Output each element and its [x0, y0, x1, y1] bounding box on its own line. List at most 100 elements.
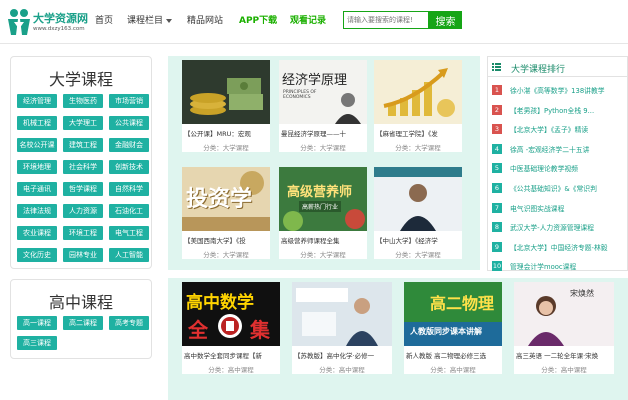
rank-number-badge: 6	[492, 183, 502, 193]
university-tag[interactable]: 自然科学	[109, 182, 149, 196]
growth-chart-icon	[374, 60, 462, 124]
university-tag[interactable]: 哲学课程	[63, 182, 103, 196]
university-tag[interactable]: 社会科学	[63, 160, 103, 174]
university-tag[interactable]: 公共课程	[109, 116, 149, 130]
ranking-title: 大学课程排行	[511, 65, 566, 75]
course-category: 分类：大学课程	[300, 251, 346, 259]
course-card[interactable]: 【中山大学】《经济学 分类：大学课程	[374, 167, 462, 259]
course-card[interactable]: 【麻省理工学院】《发 分类：大学课程	[374, 60, 462, 152]
ranking-item[interactable]: 4 徐高 -宏观经济学二十五讲	[492, 143, 628, 155]
thumb-econ-en: PRINCIPLES OF ECONOMICS	[283, 90, 317, 100]
course-thumbnail: 高中数学 全 集	[182, 282, 280, 346]
course-card[interactable]: 高二物理 人教版同步课本讲解 新人教版 高二物理必修三选 分类：高中课程	[404, 282, 502, 374]
university-title: 大学课程	[48, 70, 113, 89]
ranking-item[interactable]: 1 徐小湛《高等数学》138讲教学	[492, 84, 628, 96]
course-category: 分类：高中课程	[208, 366, 254, 374]
site-logo[interactable]: 大学资源网 www.dxzy163.com	[6, 7, 88, 37]
course-title: 曼昆经济学原理——十	[281, 130, 346, 138]
rank-item-text: 电气识图实战课程	[510, 204, 565, 213]
rank-number-badge: 4	[492, 143, 502, 154]
university-category-card: 大学课程 经济管理 生物医药 市场营销机械工程 大学理工 公共课程名校公开课 建筑工程 金融…	[10, 56, 152, 269]
university-tag[interactable]: 人力资源	[63, 204, 103, 218]
nav-home[interactable]: 首页	[95, 13, 113, 26]
thumb-nutrition-sub: 高薪热门行业	[299, 201, 342, 212]
highschool-course-panel: 高中数学 全 集 高中数学全套同步课程【新 分类：高中课程 【苏教版】高中化学·…	[168, 278, 628, 400]
ranking-item[interactable]: 7 电气识图实战课程	[492, 202, 628, 214]
university-tag[interactable]: 金融财会	[109, 138, 149, 152]
course-card[interactable]: 高级营养师 高薪热门行业 高级营养师课程全集 分类：大学课程	[279, 167, 367, 259]
rank-item-text: 徐高 -宏观经济学二十五讲	[510, 145, 590, 154]
ranking-header: 大学课程排行	[488, 57, 627, 77]
ranking-item[interactable]: 9 【北京大学】中国经济专题-林毅	[492, 241, 628, 253]
thumb-physics-sub: 人教版同步课本讲解	[410, 327, 482, 336]
rank-item-text: 中医基础理论教学视频	[510, 165, 578, 174]
chemistry-lecture-icon	[292, 282, 392, 346]
nav-watch-history[interactable]: 观看记录	[290, 13, 326, 26]
highschool-tag[interactable]: 高考专题	[109, 316, 149, 330]
ranking-item[interactable]: 6 《公共基础知识》&《常识判	[492, 182, 628, 194]
course-card[interactable]: 投资学 【美国西南大学】《投 分类：大学课程	[182, 167, 270, 259]
ranking-item[interactable]: 5 中医基础理论教学视频	[492, 162, 628, 174]
money-illustration-icon	[182, 60, 270, 124]
university-tag[interactable]: 经济管理	[17, 94, 57, 108]
university-tag[interactable]: 创新技术	[109, 160, 149, 174]
university-tag[interactable]: 文化历史	[17, 248, 57, 262]
university-tag[interactable]: 人工智能	[109, 248, 149, 262]
nav-app-download[interactable]: APP下载	[239, 13, 277, 26]
university-tag[interactable]: 生物医药	[63, 94, 103, 108]
university-tag[interactable]: 农业课程	[17, 226, 57, 240]
course-card[interactable]: 宋焕然 高三英语 一二轮全年课·宋焕 分类：高中课程	[514, 282, 614, 374]
university-tag[interactable]: 建筑工程	[63, 138, 103, 152]
course-title: 高三英语 一二轮全年课·宋焕	[516, 352, 599, 360]
course-category: 分类：大学课程	[395, 144, 441, 152]
highschool-tag[interactable]: 高二课程	[63, 316, 103, 330]
thumb-math-main: 高中数学	[186, 293, 254, 313]
search-input[interactable]	[343, 11, 429, 29]
university-tag[interactable]: 名校公开课	[17, 138, 57, 152]
university-tag[interactable]: 法律法规	[17, 204, 57, 218]
thumb-invest-text: 投资学	[186, 187, 253, 212]
course-thumbnail	[292, 282, 392, 346]
ranking-item[interactable]: 3 【北京大学】《孟子》精读	[492, 123, 628, 135]
university-tag[interactable]: 电子通讯	[17, 182, 57, 196]
university-tag[interactable]: 机械工程	[17, 116, 57, 130]
university-tag[interactable]: 环境工程	[63, 226, 103, 240]
course-thumbnail: 投资学	[182, 167, 270, 231]
course-title: 【中山大学】《经济学	[376, 237, 438, 245]
nav-category[interactable]: 课程栏目	[127, 13, 173, 26]
highschool-tag[interactable]: 高三课程	[17, 336, 57, 350]
course-card[interactable]: 经济学原理 PRINCIPLES OF ECONOMICS 曼昆经济学原理——十…	[279, 60, 367, 152]
logo-text: 大学资源网	[33, 12, 88, 25]
university-tag[interactable]: 园林专业	[63, 248, 103, 262]
university-tag[interactable]: 市场营销	[109, 94, 149, 108]
rank-item-text: 武汉大学-人力资源管理课程	[510, 224, 595, 233]
course-category: 分类：大学课程	[203, 144, 249, 152]
rank-number-badge: 10	[492, 261, 502, 272]
list-icon	[492, 63, 501, 71]
thumb-english-name: 宋焕然	[570, 289, 594, 298]
course-thumbnail	[374, 60, 462, 124]
course-category: 分类：大学课程	[300, 144, 346, 152]
rank-number-badge: 3	[492, 124, 502, 135]
university-tag[interactable]: 石油化工	[109, 204, 149, 218]
search-button[interactable]: 搜索	[429, 11, 462, 29]
rank-item-text: 管理会计学mooc课程	[510, 263, 577, 272]
ranking-item[interactable]: 10 管理会计学mooc课程	[492, 260, 628, 272]
course-card[interactable]: 【公开课】MRU：宏观 分类：大学课程	[182, 60, 270, 152]
course-title: 【麻省理工学院】《发	[376, 130, 438, 138]
rank-item-text: 【北京大学】中国经济专题-林毅	[510, 243, 608, 252]
course-thumbnail	[374, 167, 462, 231]
course-card[interactable]: 【苏教版】高中化学·必修一 分类：高中课程	[292, 282, 392, 374]
course-card[interactable]: 高中数学 全 集 高中数学全套同步课程【新 分类：高中课程	[182, 282, 280, 374]
ranking-item[interactable]: 2 【老男孩】Python全栈 9...	[492, 104, 628, 116]
university-tag[interactable]: 电气工程	[109, 226, 149, 240]
university-tag[interactable]: 大学理工	[63, 116, 103, 130]
nav-featured[interactable]: 精品网站	[187, 13, 223, 26]
rank-number-badge: 2	[492, 104, 502, 115]
ranking-item[interactable]: 8 武汉大学-人力资源管理课程	[492, 221, 628, 233]
course-title: 【苏教版】高中化学·必修一	[294, 352, 375, 360]
english-teacher-icon	[514, 282, 614, 346]
university-tag[interactable]: 环境地理	[17, 160, 57, 174]
highschool-tag[interactable]: 高一课程	[17, 316, 57, 330]
thumb-econ-title: 经济学原理	[282, 73, 348, 88]
